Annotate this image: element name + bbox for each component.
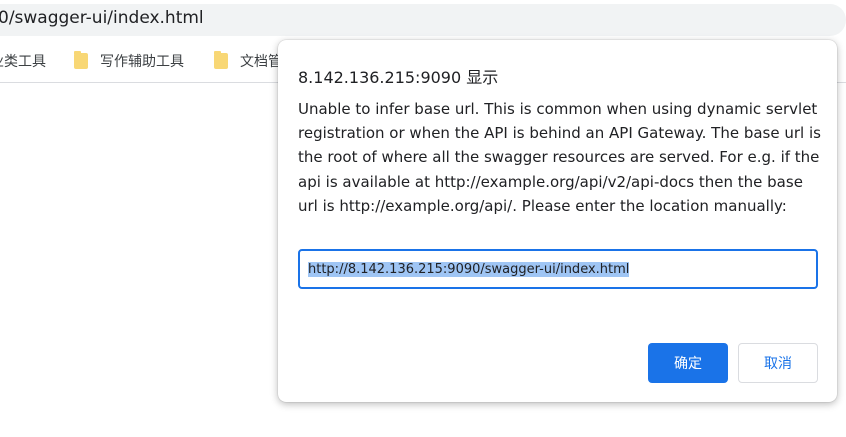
address-bar: 0/swagger-ui/index.html xyxy=(0,0,846,38)
prompt-dialog: 8.142.136.215:9090 显示 Unable to infer ba… xyxy=(278,40,837,402)
dialog-message: Unable to infer base url. This is common… xyxy=(298,100,821,215)
bookmark-tools[interactable]: 业类工具 xyxy=(0,51,46,71)
cancel-button[interactable]: 取消 xyxy=(738,343,818,383)
bookmark-docs[interactable]: 文档管 xyxy=(214,51,282,71)
folder-icon xyxy=(74,51,88,69)
bookmark-writing-tools-label: 写作辅助工具 xyxy=(100,54,184,70)
ok-button[interactable]: 确定 xyxy=(648,343,728,383)
dialog-title: 8.142.136.215:9090 显示 xyxy=(298,68,499,87)
bookmark-tools-label: 业类工具 xyxy=(0,54,46,70)
bookmark-docs-label: 文档管 xyxy=(240,54,282,70)
url-text[interactable]: 0/swagger-ui/index.html xyxy=(0,8,204,28)
base-url-input[interactable] xyxy=(298,249,818,289)
folder-icon xyxy=(214,51,228,69)
bookmark-writing-tools[interactable]: 写作辅助工具 xyxy=(74,51,184,71)
